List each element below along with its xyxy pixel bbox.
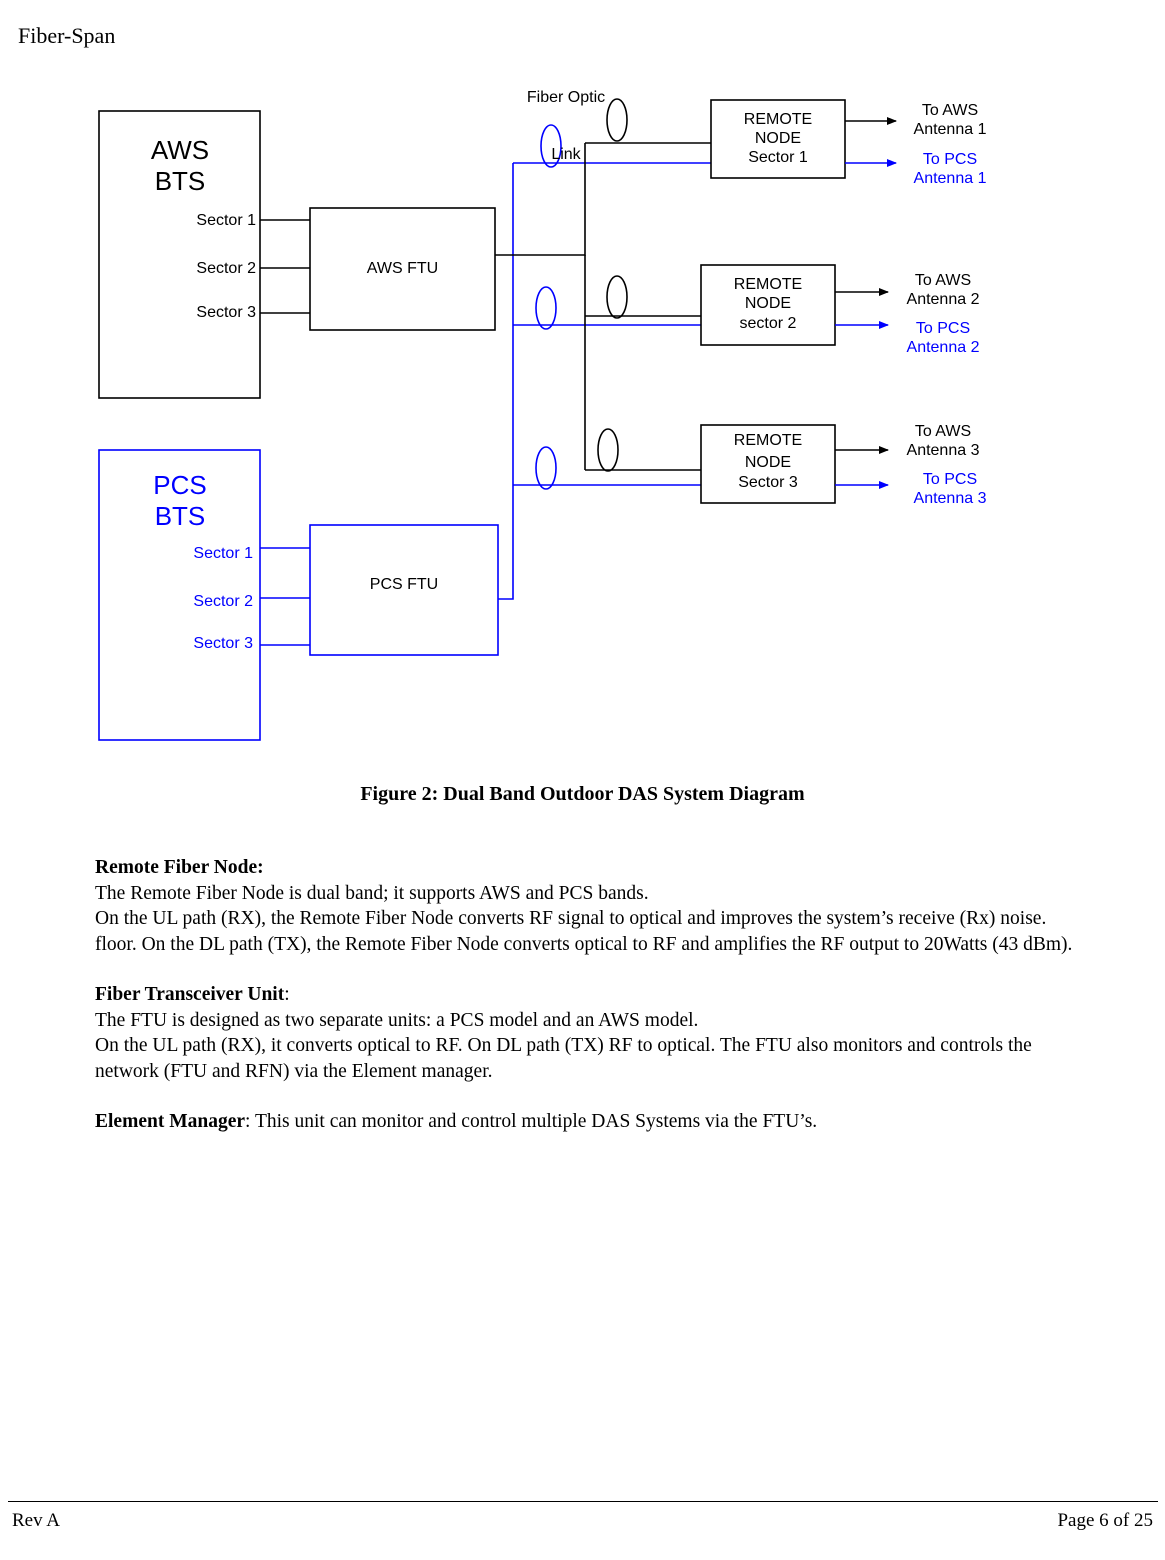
- pcs-trunk-riser: [498, 163, 514, 600]
- remote-node-3-aws-output-line2: Antenna 3: [906, 442, 980, 459]
- remote-node-1-line3: Sector 1: [748, 149, 808, 166]
- fiber-loop-pcs-2: [535, 286, 557, 330]
- pcs-bts-sector-2-label: Sector 2: [193, 593, 253, 610]
- body-text: Remote Fiber Node: The Remote Fiber Node…: [95, 855, 1153, 1135]
- paragraph-spacer-2: [95, 1084, 1153, 1109]
- fiber-loop-pcs-3: [535, 446, 557, 490]
- fiber-loop-aws-2: [606, 275, 628, 319]
- aws-bts-sector-1-label: Sector 1: [196, 212, 256, 229]
- remote-node-1-line1: REMOTE: [743, 111, 813, 128]
- fiber-transceiver-unit-line1: The FTU is designed as two separate unit…: [95, 1009, 699, 1031]
- remote-node-3-line3: Sector 3: [738, 474, 798, 491]
- remote-node-2-aws-output-line1: To AWS: [914, 272, 972, 289]
- remote-node-1-pcs-output-line1: To PCS: [922, 151, 978, 168]
- remote-node-3-pcs-output-line2: Antenna 3: [913, 490, 987, 507]
- remote-node-3-line1: REMOTE: [733, 432, 803, 449]
- footer-revision: Rev A: [12, 1510, 61, 1531]
- fiber-transceiver-unit-line3: network (FTU and RFN) via the Element ma…: [95, 1060, 493, 1082]
- remote-fiber-node-heading: Remote Fiber Node:: [95, 855, 1153, 881]
- remote-fiber-node-line3: floor. On the DL path (TX), the Remote F…: [95, 933, 1073, 955]
- remote-fiber-node-line2: On the UL path (RX), the Remote Fiber No…: [95, 908, 1047, 929]
- fiber-transceiver-unit-line2: On the UL path (RX), it converts optical…: [95, 1035, 1032, 1056]
- remote-node-2-line2: NODE: [744, 295, 792, 312]
- das-system-diagram: Fiber Optic Link AWS BTS Sector 1 Sector…: [0, 0, 1165, 770]
- fiber-transceiver-unit-heading-colon: :: [284, 984, 290, 1005]
- fiber-loop-aws-3: [597, 428, 619, 472]
- fiber-optic-link-line2: Link: [551, 146, 581, 163]
- element-manager-body-text: : This unit can monitor and control mult…: [245, 1111, 818, 1132]
- remote-fiber-node-line1: The Remote Fiber Node is dual band; it s…: [95, 882, 649, 904]
- fiber-transceiver-unit-heading-text: Fiber Transceiver Unit: [95, 984, 285, 1005]
- pcs-bts-title-line1: PCS: [153, 470, 207, 500]
- fiber-transceiver-unit-heading: Fiber Transceiver Unit:: [95, 982, 1153, 1008]
- remote-node-1-aws-output-line1: To AWS: [921, 102, 979, 119]
- remote-node-1-line2: NODE: [754, 130, 802, 147]
- remote-node-3-line2: NODE: [744, 454, 792, 471]
- pcs-bts-title-line2: BTS: [154, 501, 206, 531]
- remote-node-2-pcs-output-line1: To PCS: [915, 320, 971, 337]
- aws-bts-sector-3-label: Sector 3: [196, 304, 256, 321]
- remote-node-1-pcs-output-line2: Antenna 1: [913, 170, 987, 187]
- fiber-optic-link-line1: Fiber Optic: [526, 89, 606, 106]
- remote-node-3-aws-output-line1: To AWS: [914, 423, 972, 440]
- pcs-bts-sector-1-label: Sector 1: [193, 545, 253, 562]
- aws-bts-title-line2: BTS: [154, 166, 206, 196]
- figure-caption: Figure 2: Dual Band Outdoor DAS System D…: [360, 783, 805, 805]
- fiber-optic-link-label: Fiber Optic Link: [486, 50, 646, 202]
- aws-bts-sector-2-label: Sector 2: [196, 260, 256, 277]
- element-manager-heading-text: Element Manager: [95, 1111, 246, 1132]
- footer-page-number: Page 6 of 25: [1057, 1510, 1153, 1531]
- pcs-bts-sector-3-label: Sector 3: [193, 635, 253, 652]
- remote-fiber-node-heading-text: Remote Fiber Node:: [95, 857, 264, 878]
- pcs-ftu-label: PCS FTU: [369, 576, 439, 593]
- remote-node-2-aws-output-line2: Antenna 2: [906, 291, 980, 308]
- document-page: Fiber-Span Fiber Optic Link AWS BTS Sect…: [0, 0, 1165, 1560]
- paragraph-spacer-1: [95, 957, 1153, 982]
- aws-bts-title-line1: AWS: [150, 135, 210, 165]
- aws-ftu-label: AWS FTU: [366, 260, 439, 277]
- element-manager-paragraph: Element Manager: This unit can monitor a…: [95, 1109, 1153, 1135]
- remote-node-2-line3: sector 2: [739, 315, 797, 332]
- remote-node-1-aws-output-line2: Antenna 1: [913, 121, 987, 138]
- remote-node-2-line1: REMOTE: [733, 276, 803, 293]
- footer-divider: [8, 1501, 1158, 1502]
- remote-node-2-pcs-output-line2: Antenna 2: [906, 339, 980, 356]
- remote-node-3-pcs-output-line1: To PCS: [922, 471, 978, 488]
